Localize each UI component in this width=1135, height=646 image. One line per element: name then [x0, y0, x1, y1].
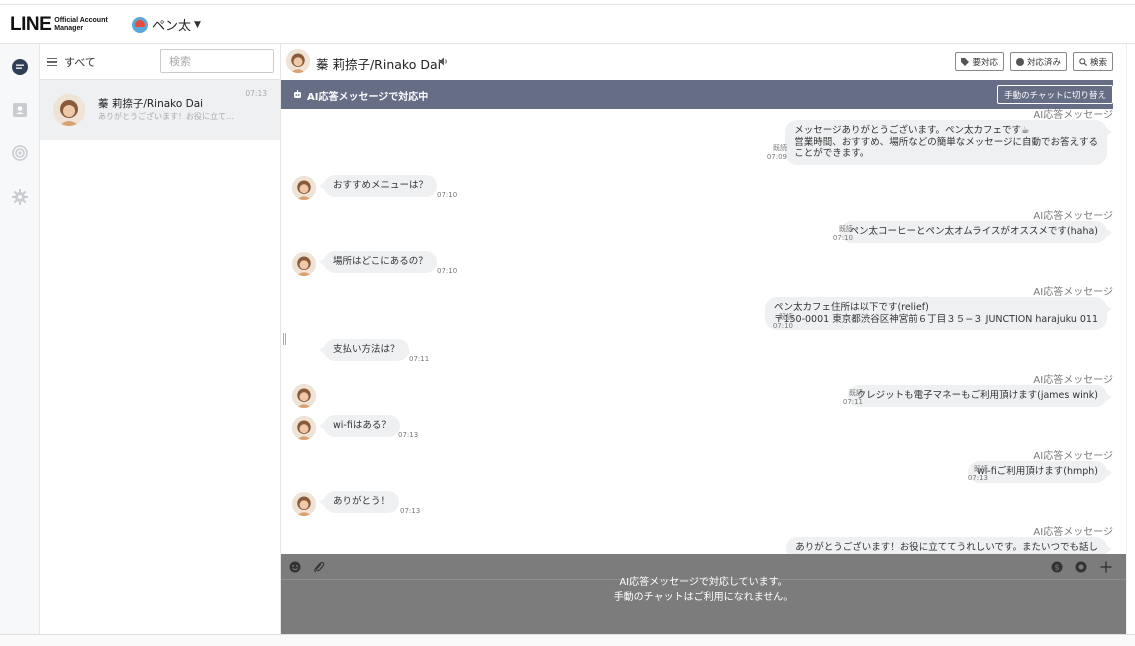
ai-response-label: AI応答メッセージ [1033, 527, 1113, 538]
logo-subtitle: Official Account Manager [54, 17, 108, 32]
message-time: 07:10 [437, 191, 458, 199]
search-button[interactable]: 検索 [1072, 52, 1113, 71]
message-list: AI応答メッセージ メッセージありがとうございます。ペン太カフェです☕ 営業時間… [281, 109, 1113, 554]
line-oam-logo[interactable]: LINE Official Account Manager [10, 14, 108, 36]
robot-icon [294, 90, 301, 98]
account-avatar-icon [132, 16, 148, 33]
search-input[interactable] [160, 49, 274, 73]
filter-dropdown[interactable]: すべて [47, 54, 96, 70]
plus-icon[interactable] [1100, 561, 1112, 573]
incoming-message: 支払い方法は？ [319, 339, 409, 361]
avatar[interactable] [292, 416, 316, 440]
incoming-message: 場所はどこにあるの？ [319, 251, 437, 273]
ai-response-label: AI応答メッセージ [1033, 287, 1113, 298]
ai-response-label: AI応答メッセージ [1033, 375, 1113, 386]
nav-rail [0, 44, 40, 634]
message-meta: 既読 07:11 [842, 389, 863, 406]
menu-icon [47, 57, 57, 67]
chat-list-panel: すべて 蓁 莉捺子/Rinako Dai ありがとうございます！お役に立て… 0… [40, 44, 281, 634]
conversation-item[interactable]: 蓁 莉捺子/Rinako Dai ありがとうございます！お役に立て… 07:13 [40, 80, 280, 140]
message-meta: 既読 07:10 [832, 225, 853, 242]
ai-banner-text: AI応答メッセージで対応中 [307, 92, 429, 103]
done-button[interactable]: 対応済み [1009, 52, 1067, 71]
outgoing-message: クレジットも電子マネーもご利用頂けます(james wink) [847, 385, 1113, 407]
resize-handle[interactable] [283, 333, 286, 345]
chat-panel: 蓁 莉捺子/Rinako Dai 要対応 対応済み 検索 AI応答メッセージで対… [281, 44, 1126, 634]
tag-icon [961, 57, 970, 66]
message-time: 07:11 [409, 355, 430, 363]
switch-to-manual-button[interactable]: 手動のチャットに切り替え [997, 85, 1113, 104]
message-time: 07:10 [437, 267, 458, 275]
composer-disabled-notice: AI応答メッセージで対応しています。 手動のチャットはご利用になれません。 [613, 577, 794, 603]
outgoing-message: wi-fiご利用頂けます(hmph) [967, 461, 1113, 483]
avatar[interactable] [292, 176, 316, 200]
message-time: 07:13 [400, 507, 421, 515]
ai-response-label: AI応答メッセージ [1033, 451, 1113, 462]
conversation-preview: ありがとうございます！お役に立て… [98, 112, 234, 121]
outgoing-message: ペン太カフェ住所は以下です(relief) 〒150-0001 東京都渋谷区神宮… [764, 297, 1113, 330]
avatar[interactable] [292, 492, 316, 516]
outgoing-message: メッセージありがとうございます。ペン太カフェです☕ 営業時間、おすすめ、場所など… [785, 120, 1112, 165]
search-icon [1079, 57, 1087, 66]
avatar[interactable] [292, 384, 316, 408]
message-meta: 既読 07:13 [967, 465, 988, 482]
incoming-message: ありがとう！ [318, 491, 400, 513]
incoming-message: wi-fiはある？ [319, 415, 400, 437]
attachment-icon[interactable] [313, 561, 325, 573]
message-composer-disabled: $ AI応答メッセージで対応しています。 手動のチャットはご利用になれません。 [281, 554, 1126, 634]
contact-name[interactable]: 蓁 莉捺子/Rinako Dai [316, 54, 441, 73]
outgoing-message: ありがとうございます！お役に立ててうれしいです。またいつでも話し [786, 537, 1112, 554]
settings-icon[interactable] [11, 188, 29, 206]
ai-response-label: AI応答メッセージ [1033, 211, 1113, 222]
outgoing-message: ペン太コーヒーとペン太オムライスがオススメです(haha) [840, 221, 1112, 243]
footer-strip [0, 634, 1135, 646]
filter-label: すべて [64, 56, 96, 69]
caret-down-icon: ▼ [194, 19, 201, 30]
incoming-message: おすすめメニューは？ [318, 175, 438, 197]
conversation-time: 07:13 [245, 89, 267, 98]
account-name: ペン太 [152, 19, 192, 34]
top-header: LINE Official Account Manager ペン太 ▼ [0, 4, 1135, 44]
chat-bubble-icon [1015, 57, 1024, 66]
message-meta: 既読 07:09 [766, 144, 787, 161]
account-switcher[interactable]: ペン太 ▼ [132, 15, 201, 34]
needs-action-button[interactable]: 要対応 [955, 52, 1004, 71]
conversation-name: 蓁 莉捺子/Rinako Dai [98, 98, 204, 110]
avatar[interactable] [292, 252, 316, 276]
message-time: 07:13 [398, 431, 419, 439]
avatar[interactable] [286, 49, 310, 73]
coupon-icon[interactable]: $ [1051, 561, 1063, 573]
template-message-icon[interactable] [1075, 561, 1087, 573]
broadcast-icon[interactable] [11, 144, 29, 162]
contacts-icon[interactable] [11, 101, 29, 119]
emoji-icon[interactable] [289, 561, 301, 573]
chat-header: 蓁 莉捺子/Rinako Dai 要対応 対応済み 検索 [281, 44, 1126, 80]
svg-text:$: $ [1054, 563, 1059, 572]
chat-list-header: すべて [40, 44, 280, 80]
chat-icon[interactable] [11, 58, 29, 76]
avatar [53, 94, 85, 126]
right-edge-panel [1126, 44, 1135, 634]
header-actions: 要対応 対応済み 検索 [955, 52, 1113, 71]
message-meta: 既読 07:10 [772, 313, 793, 330]
ai-response-banner: AI応答メッセージで対応中 手動のチャットに切り替え [281, 80, 1113, 109]
speaker-icon[interactable] [438, 56, 449, 67]
logo-text: LINE [10, 14, 52, 35]
